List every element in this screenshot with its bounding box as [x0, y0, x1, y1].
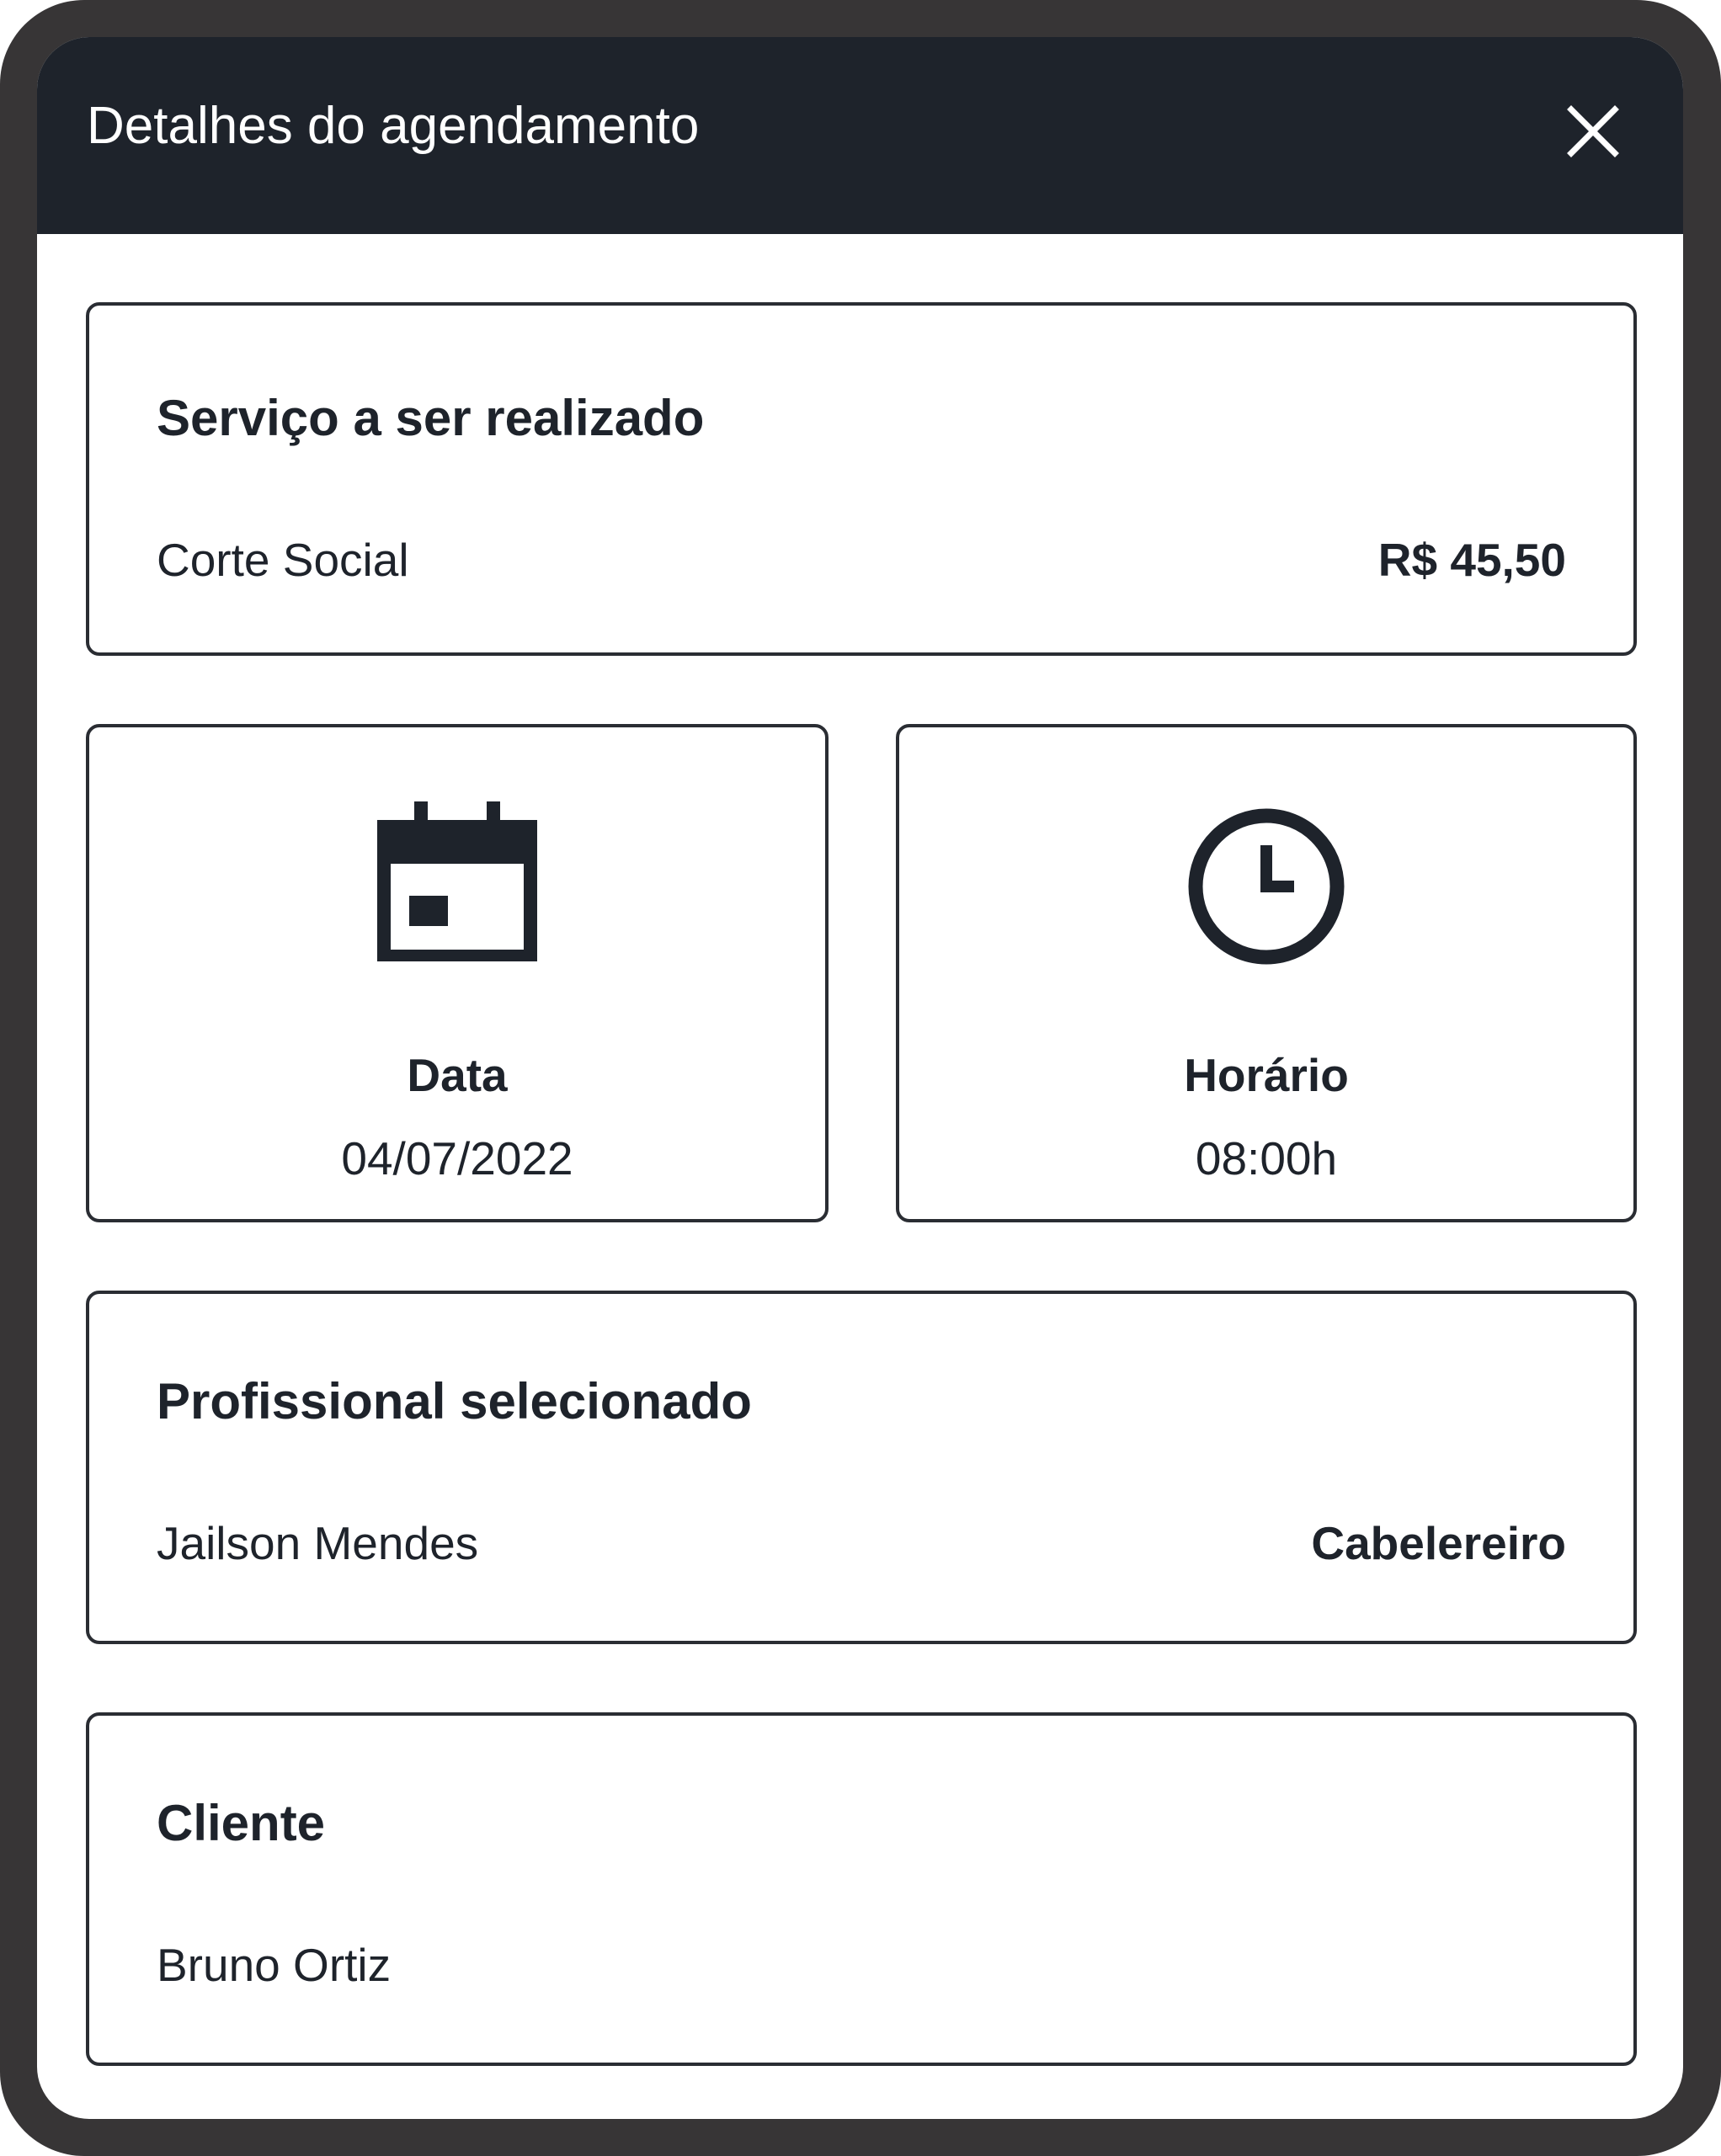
- clock-icon: [1188, 808, 1345, 965]
- date-label: Data: [407, 1049, 508, 1101]
- service-card-title: Serviço a ser realizado: [157, 390, 705, 446]
- service-price: R$ 45,50: [1377, 534, 1566, 586]
- modal-header: Detalhes do agendamento: [37, 37, 1683, 234]
- time-card: Horário 08:00h: [896, 724, 1637, 1222]
- professional-role: Cabelereiro: [1311, 1517, 1566, 1569]
- professional-card-title: Profissional selecionado: [157, 1373, 752, 1429]
- appointment-details-modal: Detalhes do agendamento Serviço a ser re…: [37, 37, 1683, 2119]
- client-card-title: Cliente: [157, 1795, 326, 1851]
- close-button[interactable]: [1559, 98, 1627, 165]
- time-label: Horário: [1184, 1049, 1349, 1101]
- professional-card: Profissional selecionado Jailson Mendes …: [86, 1291, 1637, 1644]
- time-value: 08:00h: [1195, 1132, 1338, 1184]
- date-value: 04/07/2022: [341, 1132, 573, 1184]
- service-card: Serviço a ser realizado Corte Social R$ …: [86, 302, 1637, 656]
- client-name: Bruno Ortiz: [157, 1939, 392, 1991]
- modal-title: Detalhes do agendamento: [87, 97, 700, 155]
- calendar-icon: [377, 801, 537, 961]
- professional-name: Jailson Mendes: [157, 1517, 479, 1569]
- close-icon: [1567, 105, 1619, 157]
- service-name: Corte Social: [157, 534, 409, 586]
- date-card: Data 04/07/2022: [86, 724, 829, 1222]
- device-frame: Detalhes do agendamento Serviço a ser re…: [0, 0, 1721, 2156]
- client-card: Cliente Bruno Ortiz: [86, 1712, 1637, 2066]
